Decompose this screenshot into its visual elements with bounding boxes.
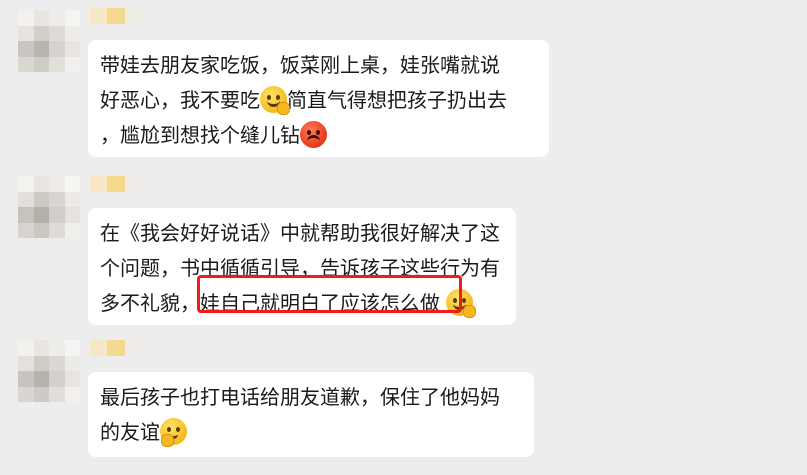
message-text-segment: 简直气得想把孩子扔出去	[287, 88, 507, 112]
avatar[interactable]	[18, 340, 80, 402]
message-text-line: 带娃去朋友家吃饭，饭菜刚上桌，娃张嘴就说	[100, 53, 500, 77]
message-text-segment: 的友谊	[100, 420, 160, 444]
avatar[interactable]	[18, 176, 80, 238]
message-text-segment: 好恶心，我不要吃	[100, 88, 260, 112]
sender-name-blurred	[90, 8, 142, 24]
chat-thread: 带娃去朋友家吃饭，饭菜刚上桌，娃张嘴就说 好恶心，我不要吃 简直气得想把孩子扔出去…	[0, 0, 807, 475]
message-bubble[interactable]: 带娃去朋友家吃饭，饭菜刚上桌，娃张嘴就说 好恶心，我不要吃 简直气得想把孩子扔出去…	[88, 40, 549, 157]
message-bubble[interactable]: 在《我会好好说话》中就帮助我很好解决了这 个问题，书中循循引导，告诉孩子这些行为…	[88, 208, 516, 325]
sender-name-blurred	[90, 340, 142, 356]
message-text-line: 最后孩子也打电话给朋友道歉，保住了他妈妈	[100, 385, 500, 409]
angry-emoji-icon	[300, 121, 327, 148]
sender-name-blurred	[90, 176, 142, 192]
message-text-line: 在《我会好好说话》中就帮助我很好解决了这	[100, 221, 500, 245]
highlighted-text: 娃自己就明白了应该怎么做	[200, 291, 440, 315]
thinking-emoji-icon	[160, 418, 187, 447]
message-bubble[interactable]: 最后孩子也打电话给朋友道歉，保住了他妈妈 的友谊	[88, 372, 534, 457]
smile-emoji-icon	[446, 289, 476, 318]
message-text-segment: 多不礼貌，	[100, 291, 200, 315]
grimace-emoji-icon	[260, 86, 290, 115]
avatar[interactable]	[18, 10, 80, 72]
message-text-segment: ，尴尬到想找个缝儿钻	[100, 123, 300, 147]
message-text-line: 个问题，书中循循引导，告诉孩子这些行为有	[100, 256, 500, 280]
